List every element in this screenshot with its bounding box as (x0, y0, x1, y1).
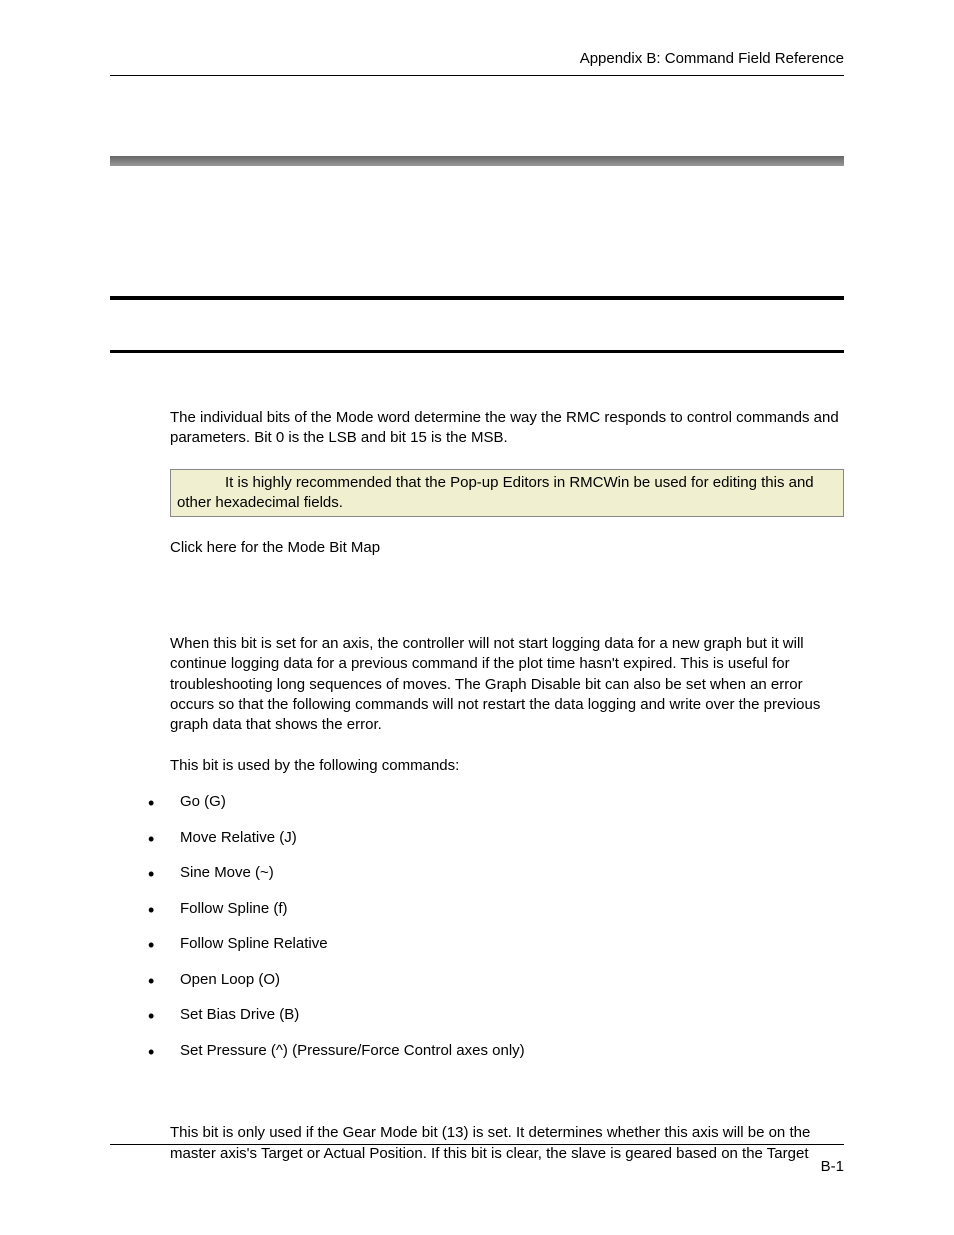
list-item: Set Bias Drive (B) (148, 1005, 844, 1025)
list-item: Follow Spline Relative (148, 934, 844, 954)
footer-rule (110, 1144, 844, 1145)
thick-rule-1 (110, 296, 844, 300)
header-rule (110, 75, 844, 76)
list-item: Move Relative (J) (148, 828, 844, 848)
intro-paragraph: The individual bits of the Mode word det… (170, 408, 844, 449)
note-box: It is highly recommended that the Pop-up… (170, 469, 844, 518)
section-bar (110, 156, 844, 166)
list-item: Set Pressure (^) (Pressure/Force Control… (148, 1041, 844, 1061)
list-item: Go (G) (148, 792, 844, 812)
note-text: It is highly recommended that the Pop-up… (177, 474, 814, 511)
list-item: Sine Move (~) (148, 863, 844, 883)
command-list: Go (G) Move Relative (J) Sine Move (~) F… (148, 792, 844, 1060)
bit0-description: When this bit is set for an axis, the co… (170, 634, 844, 735)
mode-bit-map-link[interactable]: Click here for the Mode Bit Map (170, 539, 844, 556)
bit0-used-by: This bit is used by the following comman… (170, 757, 844, 774)
page-number: B-1 (821, 1158, 844, 1175)
thick-rule-2 (110, 350, 844, 353)
page-header: Appendix B: Command Field Reference (110, 50, 844, 67)
list-item: Open Loop (O) (148, 970, 844, 990)
list-item: Follow Spline (f) (148, 899, 844, 919)
